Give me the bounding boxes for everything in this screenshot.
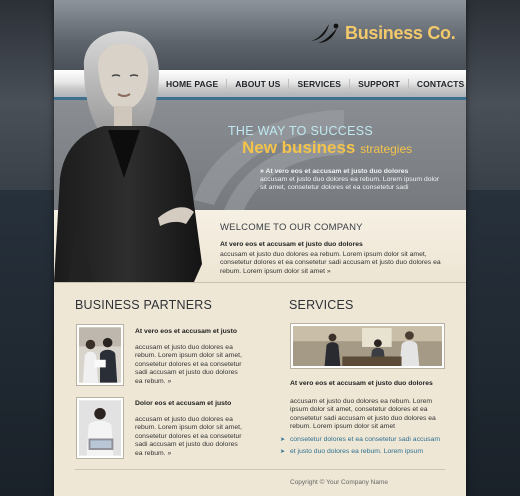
double-chevron-icon: » xyxy=(260,168,264,175)
welcome-heading: At vero eos et accusam et justo duo dolo… xyxy=(220,241,363,248)
services-link-1[interactable]: consetetur dolores et ea consetetur sadi… xyxy=(290,436,440,443)
nav-services[interactable]: SERVICES xyxy=(288,78,349,89)
hero-headline: New business strategies xyxy=(242,138,412,158)
partner-photo-meeting[interactable] xyxy=(76,324,124,386)
list-item[interactable]: ➤ et justo duo dolores ea rebum. Lorem ip… xyxy=(280,446,450,458)
hero-headline-small: strategies xyxy=(360,142,413,156)
services-link-list: ➤ consetetur dolores et ea consetetur sad… xyxy=(280,434,450,458)
partner-photo-2-image xyxy=(79,400,121,456)
partner-2-title: Dolor eos et accusam et justo xyxy=(135,400,232,407)
services-photo-image xyxy=(293,326,442,366)
hero-tagline: THE WAY TO SUCCESS xyxy=(228,124,374,138)
bullet-arrow-icon: ➤ xyxy=(280,437,286,443)
nav-support[interactable]: SUPPORT xyxy=(349,78,408,89)
partner-1-body-text: accusam et justo duo dolores ea rebum. L… xyxy=(135,344,242,385)
services-body: accusam et justo duo dolores ea rebum. L… xyxy=(290,398,436,431)
partner-2-body: accusam et justo duo dolores ea rebum. L… xyxy=(135,416,247,458)
logo-swoosh-icon xyxy=(311,23,339,43)
footer-divider xyxy=(75,469,445,470)
nav-about[interactable]: ABOUT US xyxy=(226,78,288,89)
services-title: SERVICES xyxy=(289,298,354,312)
partner-1-title: At vero eos et accusam et justo xyxy=(135,328,237,335)
partner-1-body: accusam et justo duo dolores ea rebum. L… xyxy=(135,344,247,386)
hero-text: » At vero eos et accusam et justo duo do… xyxy=(260,168,446,193)
footer-copyright: Copyright © Your Company Name xyxy=(290,479,389,486)
welcome-body: accusam et justo duo dolores ea rebum. L… xyxy=(220,251,442,276)
more-arrow-icon[interactable]: » xyxy=(168,378,172,385)
nav-contacts[interactable]: CONTACTS xyxy=(407,78,466,89)
brand-name: Business Co. xyxy=(345,22,456,43)
section-divider xyxy=(54,282,466,283)
services-link-2[interactable]: et justo duo dolores ea rebum. Lorem ips… xyxy=(290,448,423,455)
services-heading: At vero eos et accusam et justo duo dolo… xyxy=(290,380,433,387)
hero-text-title-label: At vero eos et accusam et justo duo dolo… xyxy=(265,168,409,175)
more-arrow-icon[interactable]: » xyxy=(168,450,172,457)
partner-2-body-text: accusam et justo duo dolores ea rebum. L… xyxy=(135,416,242,457)
hero-headline-main: New business xyxy=(242,138,356,157)
welcome-title: WELCOME TO OUR COMPANY xyxy=(220,222,363,233)
services-photo[interactable] xyxy=(290,323,445,369)
list-item[interactable]: ➤ consetetur dolores et ea consetetur sad… xyxy=(280,434,450,446)
partners-title: BUSINESS PARTNERS xyxy=(75,298,212,312)
company-logo[interactable]: Business Co. xyxy=(309,20,456,46)
partner-photo-laptop[interactable] xyxy=(76,397,124,459)
more-arrow-icon[interactable]: » xyxy=(327,268,331,275)
page-container: Business Co. HOME PAGE ABOUT US SERVICES… xyxy=(54,0,466,496)
hero-text-title: » At vero eos et accusam et justo duo do… xyxy=(260,168,446,176)
bullet-arrow-icon: ➤ xyxy=(280,449,286,455)
businesswoman-photo xyxy=(54,31,202,282)
partner-photo-1-image xyxy=(79,327,121,383)
hero-text-body: accusam et justo duo dolores ea rebum. L… xyxy=(260,176,440,192)
